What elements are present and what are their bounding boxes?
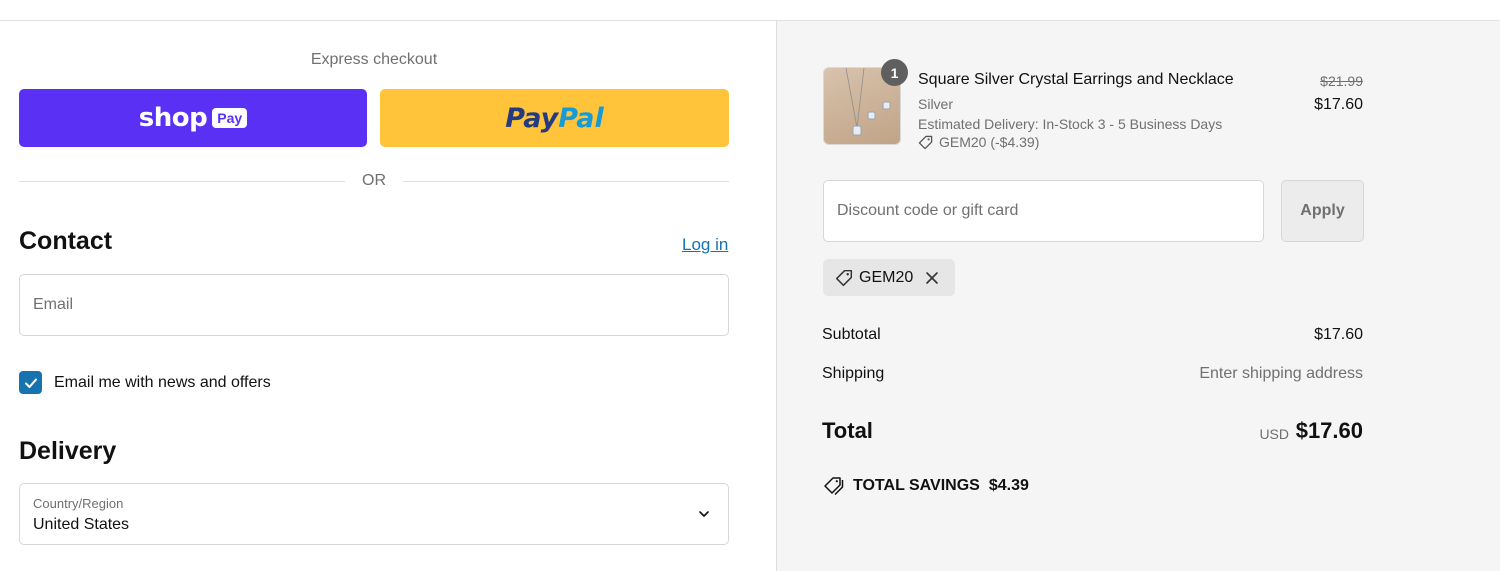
- country-value: United States: [33, 516, 130, 533]
- savings-tag-icon: [824, 477, 844, 496]
- or-line-left: [19, 180, 345, 182]
- product-discount: GEM20 (-$4.39): [918, 134, 1039, 150]
- shop-pay-button[interactable]: shop Pay: [19, 89, 367, 147]
- product-variant: Silver: [918, 96, 954, 112]
- apply-discount-button[interactable]: Apply: [1281, 180, 1364, 242]
- newsletter-label: Email me with news and offers: [54, 373, 271, 391]
- subtotal-label: Subtotal: [822, 326, 881, 343]
- delivery-heading: Delivery: [19, 437, 117, 465]
- original-price: $21.99: [1320, 73, 1363, 89]
- applied-discount-chip: GEM20: [823, 259, 955, 296]
- close-icon: [926, 271, 939, 284]
- quantity-badge: 1: [881, 59, 908, 86]
- total-savings: TOTAL SAVINGS $4.39: [823, 476, 1029, 496]
- total-label: Total: [822, 418, 873, 443]
- applied-discount-code: GEM20: [859, 268, 914, 286]
- product-discount-text: GEM20 (-$4.39): [939, 134, 1040, 150]
- or-line-right: [403, 180, 729, 182]
- country-label: Country/Region: [33, 496, 124, 511]
- shipping-label: Shipping: [822, 365, 885, 382]
- login-link[interactable]: Log in: [682, 235, 728, 255]
- email-field[interactable]: Email: [19, 274, 729, 336]
- or-divider: OR: [19, 171, 729, 191]
- discount-code-placeholder: Discount code or gift card: [837, 202, 1019, 219]
- paypal-button[interactable]: Pay Pal: [380, 89, 729, 147]
- total-amount: $17.60: [1295, 418, 1363, 443]
- total-currency: USD: [1259, 426, 1289, 442]
- paypal-logo-part1: Pay: [505, 102, 559, 134]
- or-text: OR: [362, 172, 386, 189]
- express-checkout-title: Express checkout: [310, 51, 438, 68]
- tag-icon: [918, 135, 933, 149]
- shop-pay-badge: Pay: [212, 108, 248, 128]
- remove-discount-button[interactable]: [925, 271, 939, 285]
- product-delivery-estimate: Estimated Delivery: In-Stock 3 - 5 Busin…: [918, 116, 1223, 132]
- email-placeholder: Email: [33, 296, 74, 313]
- chevron-down-icon: [699, 511, 709, 517]
- newsletter-option[interactable]: Email me with news and offers: [19, 371, 271, 394]
- paypal-logo-part2: Pal: [558, 102, 604, 134]
- total-savings-amount: $4.39: [988, 477, 1029, 494]
- product-name: Square Silver Crystal Earrings and Neckl…: [918, 71, 1234, 88]
- checkmark-icon: [24, 378, 37, 388]
- discount-code-input[interactable]: Discount code or gift card: [823, 180, 1264, 242]
- shipping-value: Enter shipping address: [1199, 365, 1363, 382]
- total-savings-label: TOTAL SAVINGS: [853, 477, 980, 494]
- newsletter-checkbox[interactable]: [19, 371, 42, 394]
- shop-pay-wordmark: shop: [138, 103, 208, 133]
- discounted-price: $17.60: [1314, 96, 1363, 113]
- country-select[interactable]: Country/Region United States: [19, 483, 729, 545]
- tag-icon: [835, 269, 853, 286]
- subtotal-value: $17.60: [1314, 326, 1363, 343]
- contact-heading: Contact: [19, 227, 113, 255]
